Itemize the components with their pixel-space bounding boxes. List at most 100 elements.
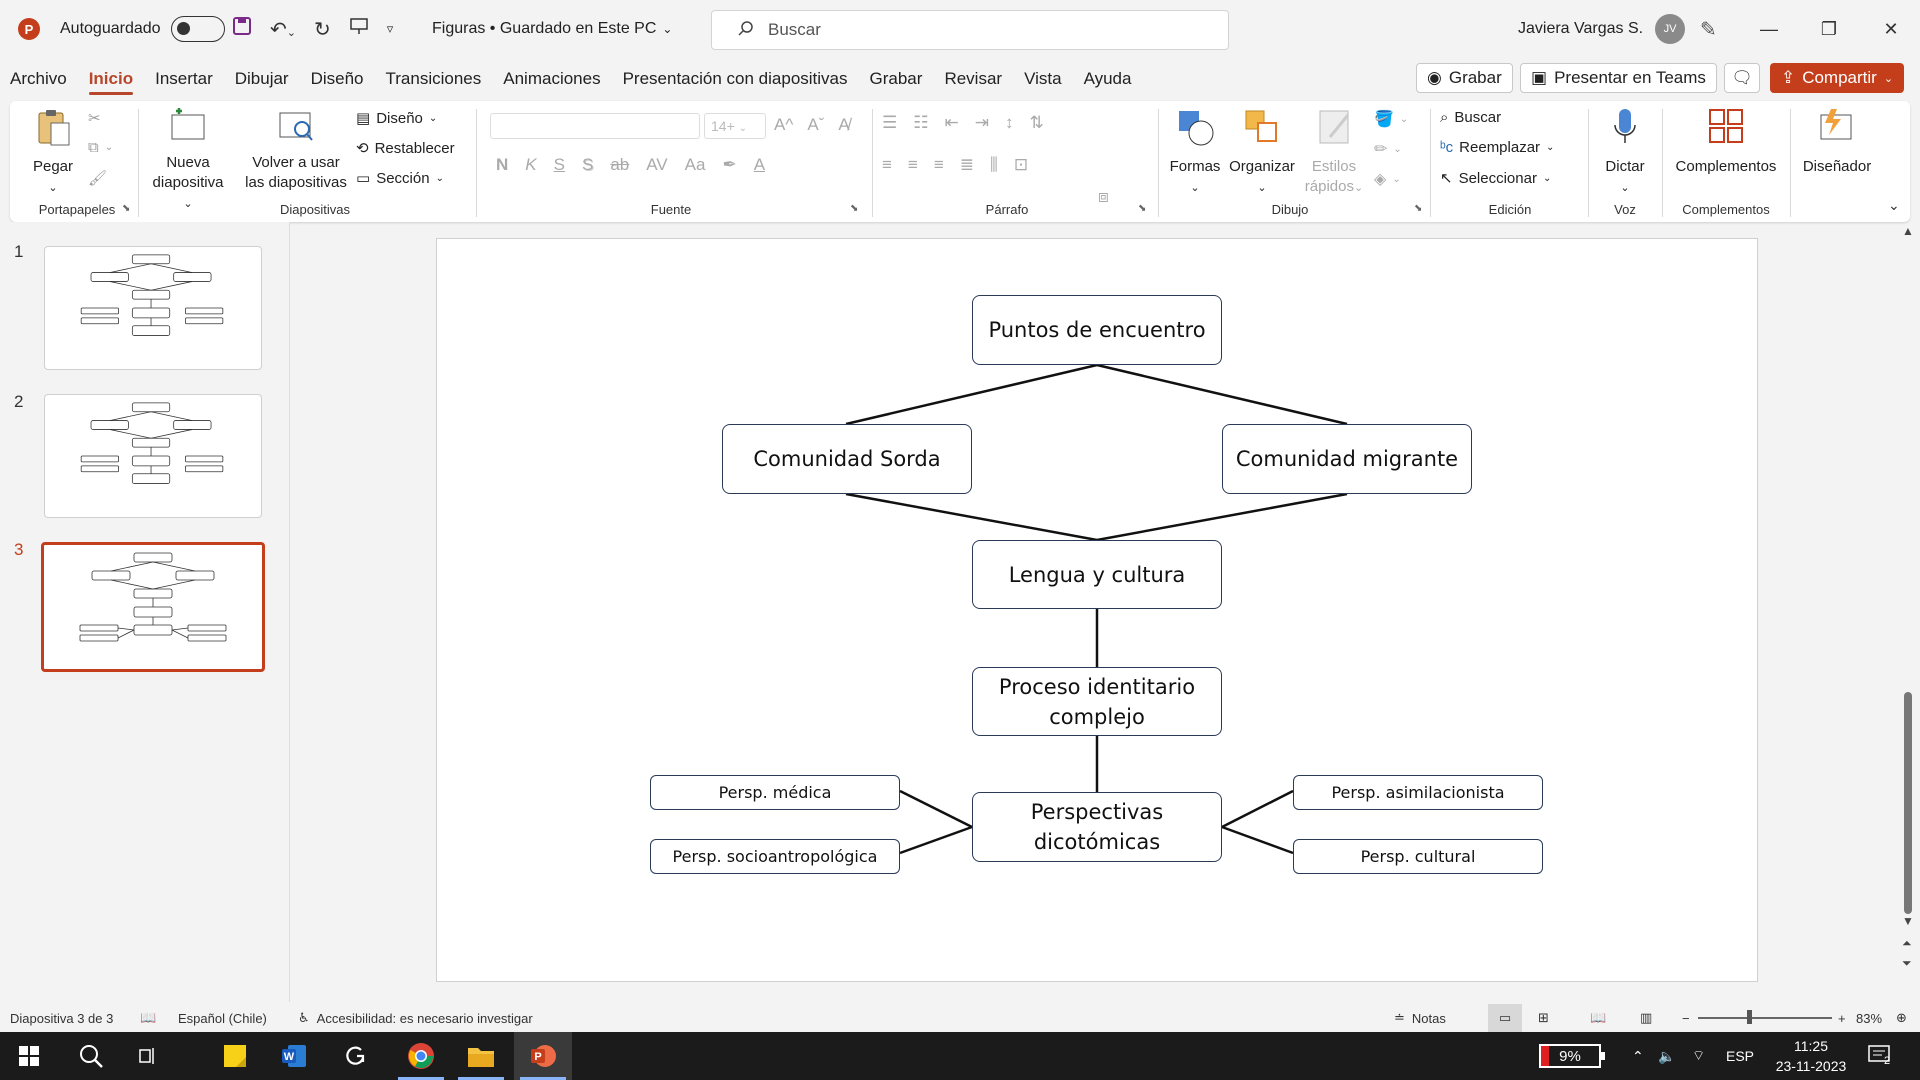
- tab-archivo[interactable]: Archivo: [0, 62, 78, 96]
- notification-center-icon[interactable]: 2: [1868, 1032, 1890, 1080]
- shrink-font-icon[interactable]: Aˇ: [807, 115, 824, 135]
- fit-to-window-icon[interactable]: ⊕: [1896, 1004, 1907, 1032]
- align-left-icon[interactable]: ≡: [882, 155, 892, 175]
- previous-slide-icon[interactable]: ⏶: [1902, 936, 1912, 951]
- avatar[interactable]: JV: [1655, 14, 1686, 44]
- font-family-select[interactable]: [490, 113, 700, 139]
- node-perspectivas-dicotomicas[interactable]: Perspectivas dicotómicas: [972, 792, 1222, 862]
- present-in-teams-button[interactable]: ▣ Presentar en Teams: [1520, 63, 1717, 93]
- tab-animaciones[interactable]: Animaciones: [492, 62, 611, 96]
- align-center-icon[interactable]: ≡: [908, 155, 918, 175]
- notes-button[interactable]: ≐ Notas: [1394, 1004, 1446, 1032]
- tab-vista[interactable]: Vista: [1013, 62, 1073, 96]
- addins-button[interactable]: Complementos: [1666, 107, 1786, 177]
- align-right-icon[interactable]: ≡: [934, 155, 944, 175]
- shape-fill-icon[interactable]: 🪣 ⌄: [1374, 109, 1408, 129]
- task-view-icon[interactable]: [120, 1032, 178, 1080]
- increase-indent-icon[interactable]: ⇥: [975, 113, 989, 133]
- node-lengua-cultura[interactable]: Lengua y cultura: [972, 540, 1222, 609]
- tab-grabar[interactable]: Grabar: [859, 62, 934, 96]
- paste-button[interactable]: Pegar ⌄: [28, 107, 78, 198]
- node-persp-asimilacionista[interactable]: Persp. asimilacionista: [1293, 775, 1543, 810]
- bold-button[interactable]: N: [496, 155, 508, 175]
- strikethrough-button[interactable]: ab: [610, 155, 629, 175]
- user-account[interactable]: Javiera Vargas S. JV: [1518, 0, 1686, 58]
- replace-button[interactable]: ᵇc Reemplazar ⌄: [1440, 139, 1554, 156]
- numbering-icon[interactable]: ☷: [913, 113, 928, 133]
- shapes-button[interactable]: Formas ⌄: [1166, 107, 1224, 198]
- tab-insertar[interactable]: Insertar: [144, 62, 224, 96]
- bullets-icon[interactable]: ☰: [882, 113, 897, 133]
- file-explorer-icon[interactable]: [452, 1032, 510, 1080]
- battery-indicator[interactable]: 9%: [1539, 1044, 1605, 1068]
- slide-thumbnail-3[interactable]: [41, 542, 265, 672]
- dictate-button[interactable]: Dictar ⌄: [1596, 107, 1654, 198]
- normal-view-icon[interactable]: ▭: [1488, 1004, 1522, 1032]
- sticky-notes-icon[interactable]: [206, 1032, 264, 1080]
- autosave-control[interactable]: Autoguardado: [60, 0, 225, 58]
- scroll-up-icon[interactable]: ▲: [1902, 224, 1914, 238]
- collapse-ribbon-icon[interactable]: ⌄: [1888, 197, 1900, 214]
- clear-format-icon[interactable]: A̸: [838, 115, 849, 135]
- zoom-in-icon[interactable]: +: [1838, 1004, 1846, 1032]
- show-hidden-icons-icon[interactable]: ⌃: [1632, 1032, 1644, 1080]
- close-icon[interactable]: ✕: [1862, 0, 1920, 58]
- change-case-button[interactable]: Aa: [685, 155, 706, 175]
- tab-dibujar[interactable]: Dibujar: [224, 62, 300, 96]
- node-proceso-identitario[interactable]: Proceso identitario complejo: [972, 667, 1222, 736]
- dialog-launcher-icon[interactable]: ⬊: [122, 203, 130, 214]
- section-button[interactable]: ▭ Sección ⌄: [356, 169, 444, 188]
- customize-qat-icon[interactable]: ▿: [387, 21, 394, 37]
- redo-icon[interactable]: ↻: [314, 17, 331, 42]
- scroll-down-icon[interactable]: ▼: [1902, 914, 1914, 928]
- copy-icon[interactable]: ⧉ ⌄: [88, 139, 113, 156]
- new-slide-button[interactable]: Nueva diapositiva ⌄: [146, 107, 230, 214]
- slide-thumbnail-1[interactable]: [44, 246, 262, 370]
- dialog-launcher-icon[interactable]: ⬊: [1414, 203, 1422, 214]
- accessibility-status[interactable]: ♿ Accesibilidad: es necesario investigar: [298, 1004, 533, 1032]
- align-text-icon[interactable]: ⊡: [1014, 155, 1028, 175]
- columns-icon[interactable]: ⫼: [990, 155, 998, 175]
- node-puntos-encuentro[interactable]: Puntos de encuentro: [972, 295, 1222, 365]
- powerpoint-taskbar-icon[interactable]: P: [514, 1032, 572, 1080]
- minimize-icon[interactable]: —: [1740, 0, 1798, 58]
- chrome-icon[interactable]: [392, 1032, 450, 1080]
- node-persp-medica[interactable]: Persp. médica: [650, 775, 900, 810]
- slideshow-icon[interactable]: ▥: [1640, 1004, 1652, 1032]
- reading-view-icon[interactable]: 📖: [1590, 1004, 1606, 1032]
- dialog-launcher-icon[interactable]: ⬊: [1138, 203, 1146, 214]
- node-persp-cultural[interactable]: Persp. cultural: [1293, 839, 1543, 874]
- cut-icon[interactable]: ✂: [88, 109, 101, 127]
- arrange-button[interactable]: Organizar ⌄: [1226, 107, 1298, 198]
- zoom-slider[interactable]: [1698, 1017, 1832, 1019]
- shape-outline-icon[interactable]: ✏ ⌄: [1374, 139, 1402, 159]
- tab-presentacion[interactable]: Presentación con diapositivas: [612, 62, 859, 96]
- next-slide-icon[interactable]: ⏷: [1902, 956, 1912, 971]
- refresh-app-icon[interactable]: [326, 1032, 384, 1080]
- reset-button[interactable]: ⟲ Restablecer: [356, 139, 455, 158]
- underline-button[interactable]: S: [554, 155, 565, 175]
- record-button[interactable]: ◉ Grabar: [1416, 63, 1513, 93]
- comments-button[interactable]: 🗨: [1724, 63, 1760, 93]
- designer-button[interactable]: Diseñador: [1796, 107, 1878, 177]
- decrease-indent-icon[interactable]: ⇤: [945, 113, 959, 133]
- char-spacing-button[interactable]: AV: [646, 155, 667, 175]
- line-spacing-icon[interactable]: ↕: [1005, 113, 1014, 133]
- volume-icon[interactable]: 🔈: [1658, 1032, 1675, 1080]
- search-box[interactable]: Buscar: [711, 10, 1229, 50]
- undo-icon[interactable]: ↶⌄: [270, 17, 296, 42]
- windows-start-icon[interactable]: [0, 1032, 58, 1080]
- autosave-toggle[interactable]: [170, 16, 225, 42]
- slide-thumbnail-2[interactable]: [44, 394, 262, 518]
- system-clock[interactable]: 11:25 23-11-2023: [1766, 1036, 1856, 1076]
- format-painter-icon[interactable]: 🖌: [88, 169, 107, 187]
- restore-icon[interactable]: ❐: [1800, 0, 1858, 58]
- language-status[interactable]: Español (Chile): [178, 1004, 267, 1032]
- wifi-icon[interactable]: ⌔: [1692, 1032, 1705, 1080]
- node-persp-socioantropologica[interactable]: Persp. socioantropológica: [650, 839, 900, 874]
- present-from-start-icon[interactable]: [349, 16, 369, 42]
- node-comunidad-migrante[interactable]: Comunidad migrante: [1222, 424, 1472, 494]
- find-button[interactable]: ⌕ Buscar: [1440, 109, 1501, 126]
- zoom-slider-handle[interactable]: [1747, 1010, 1752, 1024]
- document-name[interactable]: Figuras • Guardado en Este PC ⌄: [432, 0, 672, 58]
